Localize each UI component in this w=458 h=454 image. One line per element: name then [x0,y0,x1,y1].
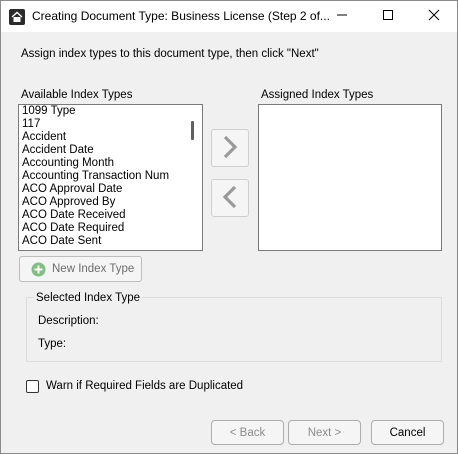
close-icon [428,9,440,24]
back-button[interactable]: < Back [211,420,284,445]
list-item[interactable]: Accident Date [19,144,202,157]
list-item[interactable]: Accounting Month [19,157,202,170]
title-bar[interactable]: Creating Document Type: Business License… [1,1,457,32]
warn-duplicates-checkbox[interactable] [26,380,39,393]
minimize-icon [336,9,348,24]
chevron-right-icon [220,134,240,163]
maximize-button[interactable] [365,1,411,32]
list-item[interactable]: ACO Date Required [19,222,202,235]
app-logo-icon [9,9,25,25]
new-index-type-button[interactable]: New Index Type [19,256,142,282]
unassign-button[interactable] [211,179,249,217]
list-item[interactable]: Accident [19,131,202,144]
list-item[interactable]: ACO Date Sent [19,235,202,248]
available-index-types-label: Available Index Types [21,89,133,101]
assigned-index-types-list[interactable] [258,104,442,251]
assign-button[interactable] [211,129,249,167]
list-item[interactable]: ACO Date Received [19,209,202,222]
close-button[interactable] [411,1,457,32]
warn-duplicates-label[interactable]: Warn if Required Fields are Duplicated [46,380,243,392]
plus-circle-icon [31,262,46,277]
type-label: Type: [38,338,67,350]
assigned-index-types-label: Assigned Index Types [261,89,374,101]
list-scrollbar-thumb[interactable] [191,121,194,140]
maximize-icon [382,9,394,24]
minimize-button[interactable] [319,1,365,32]
available-index-types-list[interactable]: 1099 Type 117 Accident Accident Date Acc… [18,104,203,251]
list-item[interactable]: ACO Approved By [19,196,202,209]
selected-index-type-group [26,297,442,362]
cancel-button[interactable]: Cancel [371,420,444,445]
next-button[interactable]: Next > [288,420,361,445]
new-index-type-label: New Index Type [52,263,135,275]
list-item[interactable]: ACO Approval Date [19,183,202,196]
list-item[interactable]: 1099 Type [19,105,202,118]
list-item[interactable]: Accounting Transaction Num [19,170,202,183]
instruction-text: Assign index types to this document type… [21,48,319,60]
dialog-window: Creating Document Type: Business License… [0,0,458,454]
description-label: Description: [38,315,99,327]
window-title: Creating Document Type: Business License… [32,9,330,23]
chevron-left-icon [220,184,240,213]
selected-index-type-title: Selected Index Type [34,292,142,304]
list-item[interactable]: 117 [19,118,202,131]
